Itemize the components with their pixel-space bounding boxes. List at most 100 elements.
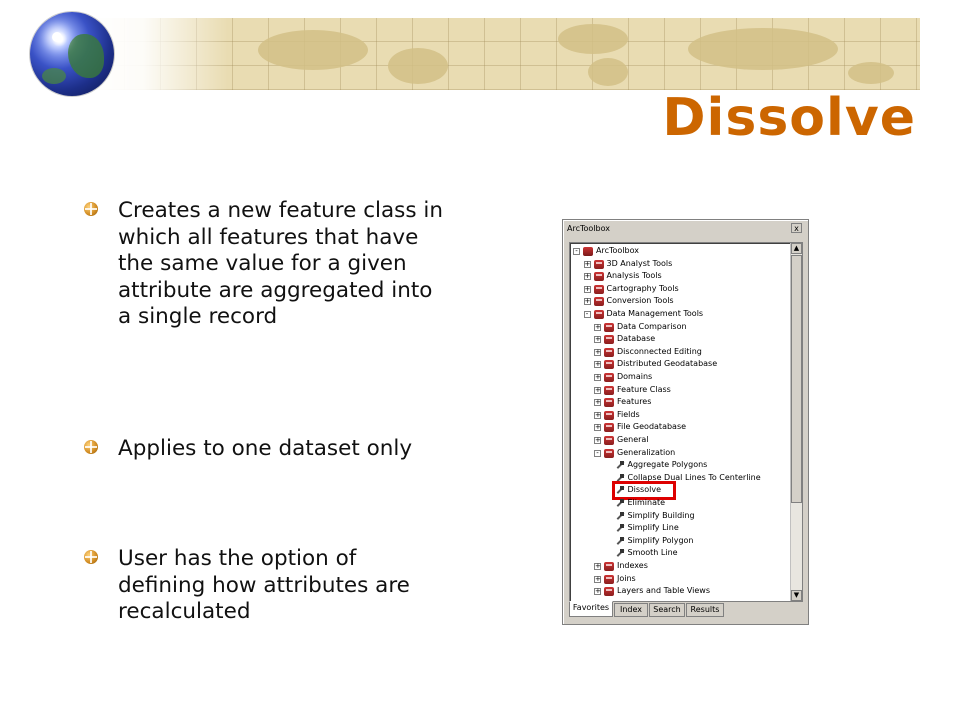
tree-item-distributed-geodatabase[interactable]: + Distributed Geodatabase bbox=[570, 358, 788, 371]
tree-item-data-comparison[interactable]: + Data Comparison bbox=[570, 321, 788, 334]
tree-item-database[interactable]: + Database bbox=[570, 333, 788, 346]
tree-item-analysis-tools[interactable]: + Analysis Tools bbox=[570, 270, 788, 283]
tree-item-label: Layers and Table Views bbox=[617, 586, 710, 596]
header-map-band bbox=[88, 18, 920, 90]
tree-item-eliminate[interactable]: Eliminate bbox=[570, 497, 788, 510]
tree-item-simplify-line[interactable]: Simplify Line bbox=[570, 522, 788, 535]
tree-item-label: Analysis Tools bbox=[606, 271, 662, 281]
map-continent bbox=[558, 24, 628, 54]
tree-item-data-management-tools[interactable]: - Data Management Tools bbox=[570, 308, 788, 321]
expand-icon[interactable]: + bbox=[594, 374, 601, 381]
tree-item-joins[interactable]: + Joins bbox=[570, 573, 788, 586]
tree-item-label: File Geodatabase bbox=[617, 422, 687, 432]
expand-icon[interactable]: + bbox=[594, 575, 601, 583]
window-titlebar[interactable]: ArcToolbox x bbox=[565, 222, 804, 235]
expand-icon[interactable]: + bbox=[583, 298, 591, 306]
tree-item-label: Fields bbox=[617, 409, 640, 419]
tab-results[interactable]: Results bbox=[686, 603, 724, 617]
toolbox-tree[interactable]: ▲ ▼ - ArcToolbox +3D Analyst Tools + Analysi… bbox=[569, 242, 803, 602]
toolset-icon bbox=[604, 410, 614, 420]
toolset-icon bbox=[604, 360, 614, 370]
map-continent bbox=[688, 28, 838, 70]
tree-item-feature-class[interactable]: + Feature Class bbox=[570, 384, 788, 397]
expand-icon[interactable]: + bbox=[594, 386, 601, 394]
tree-item-label: Simplify Line bbox=[627, 523, 679, 533]
expand-icon[interactable]: + bbox=[594, 323, 601, 331]
tool-hammer-icon bbox=[615, 549, 625, 558]
tree-item-domains[interactable]: + Domains bbox=[570, 371, 788, 384]
expand-icon[interactable]: + bbox=[594, 348, 601, 356]
tree-item-file-geodatabase[interactable]: + File Geodatabase bbox=[570, 421, 788, 434]
tree-item-arctoolbox[interactable]: - ArcToolbox bbox=[570, 245, 788, 258]
bullet-text: User has the option of defining how attr… bbox=[118, 546, 410, 624]
toolbox-root-icon bbox=[583, 247, 593, 256]
toolbox-icon bbox=[593, 272, 604, 282]
expand-icon[interactable]: + bbox=[594, 424, 601, 432]
scroll-thumb[interactable] bbox=[791, 255, 802, 503]
tree-item-aggregate-polygons[interactable]: Aggregate Polygons bbox=[570, 459, 788, 472]
expand-icon[interactable]: + bbox=[594, 399, 601, 407]
arctoolbox-window: ArcToolbox x ▲ ▼ - ArcToolbox +3D Analyst … bbox=[562, 219, 809, 625]
expand-icon[interactable]: + bbox=[594, 563, 601, 570]
map-continent bbox=[258, 30, 368, 70]
collapse-icon[interactable]: - bbox=[573, 248, 580, 255]
tree-item-cartography-tools[interactable]: + Cartography Tools bbox=[570, 283, 788, 296]
vertical-scrollbar[interactable]: ▲ ▼ bbox=[790, 243, 802, 601]
tree-item-collapse-dual-lines-to-centerline[interactable]: Collapse Dual Lines To Centerline bbox=[570, 472, 788, 485]
scroll-up-icon[interactable]: ▲ bbox=[791, 243, 802, 254]
tree-item-simplify-polygon[interactable]: Simplify Polygon bbox=[570, 535, 788, 548]
tool-hammer-icon bbox=[615, 499, 625, 508]
close-button[interactable]: x bbox=[791, 223, 802, 233]
tree-item-label: Data Management Tools bbox=[606, 309, 704, 318]
toolset-icon bbox=[604, 436, 614, 445]
tool-hammer-icon bbox=[615, 461, 625, 470]
tree-item-label: Simplify Building bbox=[627, 510, 695, 520]
tree-item-label: Joins bbox=[617, 573, 636, 583]
scroll-down-icon[interactable]: ▼ bbox=[791, 590, 802, 601]
tree-item-label: ArcToolbox bbox=[596, 246, 639, 255]
tree-item-general[interactable]: + General bbox=[570, 434, 788, 447]
tree-item-disconnected-editing[interactable]: + Disconnected Editing bbox=[570, 346, 788, 359]
map-continent bbox=[848, 62, 894, 84]
tool-hammer-icon bbox=[615, 524, 625, 533]
window-title: ArcToolbox bbox=[567, 224, 610, 233]
tree-item-dissolve[interactable]: Dissolve bbox=[570, 481, 788, 501]
tree-item-conversion-tools[interactable]: + Conversion Tools bbox=[570, 295, 788, 308]
tab-index[interactable]: Index bbox=[614, 603, 648, 617]
toolset-icon bbox=[604, 574, 614, 584]
tree-item-fields[interactable]: + Fields bbox=[570, 409, 788, 422]
tool-hammer-icon bbox=[615, 536, 625, 546]
tree-item-3d-analyst-tools[interactable]: +3D Analyst Tools bbox=[570, 258, 788, 271]
toolset-icon bbox=[604, 398, 614, 408]
tree-item-smooth-line[interactable]: Smooth Line bbox=[570, 547, 788, 560]
expand-icon[interactable]: + bbox=[594, 411, 601, 419]
toolbox-icon bbox=[593, 284, 604, 294]
tree-item-label: Feature Class bbox=[617, 384, 671, 394]
expand-icon[interactable]: + bbox=[583, 260, 591, 268]
tree-item-label: General bbox=[617, 435, 649, 444]
tree-item-label: Data Comparison bbox=[617, 321, 687, 331]
bullet-text: Creates a new feature class in which all… bbox=[118, 198, 444, 329]
expand-icon[interactable]: + bbox=[583, 273, 591, 281]
tree-item-features[interactable]: + Features bbox=[570, 396, 788, 409]
expand-icon[interactable]: + bbox=[594, 588, 601, 596]
toolset-icon bbox=[604, 448, 614, 458]
collapse-icon[interactable]: - bbox=[594, 449, 601, 457]
tree-item-label: Domains bbox=[617, 372, 653, 381]
tree-item-layers-and-table-views[interactable]: + Layers and Table Views bbox=[570, 585, 788, 598]
expand-icon[interactable]: + bbox=[594, 361, 601, 369]
tree-item-generalization[interactable]: - Generalization bbox=[570, 447, 788, 460]
toolset-icon bbox=[604, 562, 614, 571]
tree-item-label: Database bbox=[617, 334, 656, 344]
toolset-icon bbox=[604, 373, 614, 382]
tree-item-label: Indexes bbox=[617, 561, 648, 570]
tree-item-indexes[interactable]: + Indexes bbox=[570, 560, 788, 573]
collapse-icon[interactable]: - bbox=[583, 311, 591, 318]
tab-search[interactable]: Search bbox=[649, 603, 685, 617]
expand-icon[interactable]: + bbox=[594, 437, 601, 444]
tree-item-simplify-building[interactable]: Simplify Building bbox=[570, 510, 788, 523]
expand-icon[interactable]: + bbox=[594, 336, 601, 344]
expand-icon[interactable]: + bbox=[583, 285, 591, 293]
toolbox-icon bbox=[593, 297, 604, 307]
tab-favorites[interactable]: Favorites bbox=[569, 601, 613, 617]
